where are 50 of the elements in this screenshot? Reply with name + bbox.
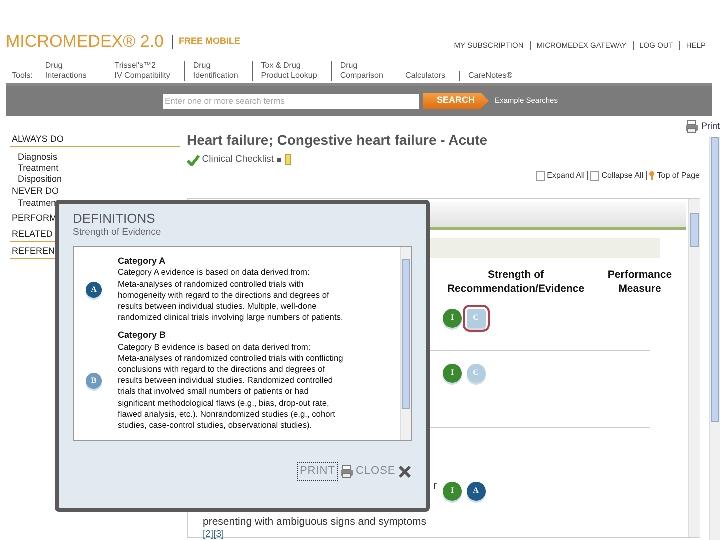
scrollbar[interactable] [709,137,720,540]
row-text: presenting with ambiguous signs and symptoms [203,516,428,528]
page-control-link[interactable]: Collapse All [602,170,644,182]
category-badge: A [86,282,102,298]
tool-link[interactable]: Drug Comparison [331,60,392,81]
edition-label: FREE MOBILE [172,35,241,49]
category-heading: Category B [118,330,168,342]
printer-icon [340,464,354,478]
dialog-title: DEFINITIONS [73,211,156,226]
page-control-link[interactable]: Expand All [547,170,585,182]
evidence-badge[interactable]: I [443,482,462,500]
checkbox-icon [536,170,545,180]
checkbox-icon [590,170,600,180]
close-icon [398,464,412,478]
category-description: Category A evidence is based on data derived from: Meta-analyses of randomized controlled trials with homogeneity with regard to the directions and degrees of results between individual studies. Multiple, well-done randomized clinical trials involving large numbers of patients. [118,267,344,324]
check-icon [187,154,200,166]
note-icon [284,154,292,166]
tool-link[interactable]: Drug Interactions [37,60,95,81]
sidebar-item[interactable]: NEVER DO [10,185,180,198]
sidebar-subitem[interactable]: Diagnosis [10,152,180,163]
category-description: Category B evidence is based on data derived from: Meta-analyses of randomized controlled trials with conflicting conclusions with regard to the directions and degrees of results between individual studies. Randomized controlled trials that involved small numbers of patients or had significant methodological flaws (e.g., bias, drop-out rate, flawed analysis, etc.). Nonrandomized studies (e.g., cohort studies, case-control studies, observational studies). [118,342,344,432]
sidebar-item[interactable]: ALWAYS DO [10,133,180,147]
column-header: Performance Measure [606,268,674,296]
row-text: r [432,480,437,492]
bullet-icon [276,156,282,164]
page-control-link[interactable]: Top of Page [657,170,700,182]
sidebar-subitem[interactable]: Treatment [10,163,180,174]
logo-text: MICROMEDEX® 2.0 [6,32,164,52]
tool-link[interactable]: Calculators [397,70,454,81]
reference-link[interactable]: [2][3] [203,528,224,540]
tool-link[interactable]: Drug Identification [184,60,246,81]
column-header: Strength of Recommendation/Evidence [446,268,586,296]
dialog-subtitle: Strength of Evidence [73,226,162,240]
print-link[interactable]: Print [685,120,720,134]
evidence-badge[interactable]: I [443,364,462,382]
tool-link[interactable]: Trissel's™2 IV Compatibility [106,60,178,81]
page-title: Heart failure; Congestive heart failure - Acute [187,131,489,150]
tool-link[interactable]: CareNotes® [459,70,521,81]
sidebar-subitem[interactable]: Disposition [10,174,180,185]
category-badge: B [86,372,102,389]
clinical-checklist-link[interactable]: Clinical Checklist [202,153,274,168]
scrollbar[interactable] [400,247,411,440]
evidence-badge[interactable]: I [443,308,462,328]
tools-label: Tools: [12,70,33,81]
scrollbar[interactable] [688,198,700,536]
category-heading: Category A [118,256,167,268]
evidence-badge[interactable]: A [466,482,486,500]
printer-icon [685,120,700,134]
search-field[interactable]: Enter one or more search terms [163,94,419,108]
tool-link[interactable]: Tox & Drug Product Lookup [252,60,326,81]
